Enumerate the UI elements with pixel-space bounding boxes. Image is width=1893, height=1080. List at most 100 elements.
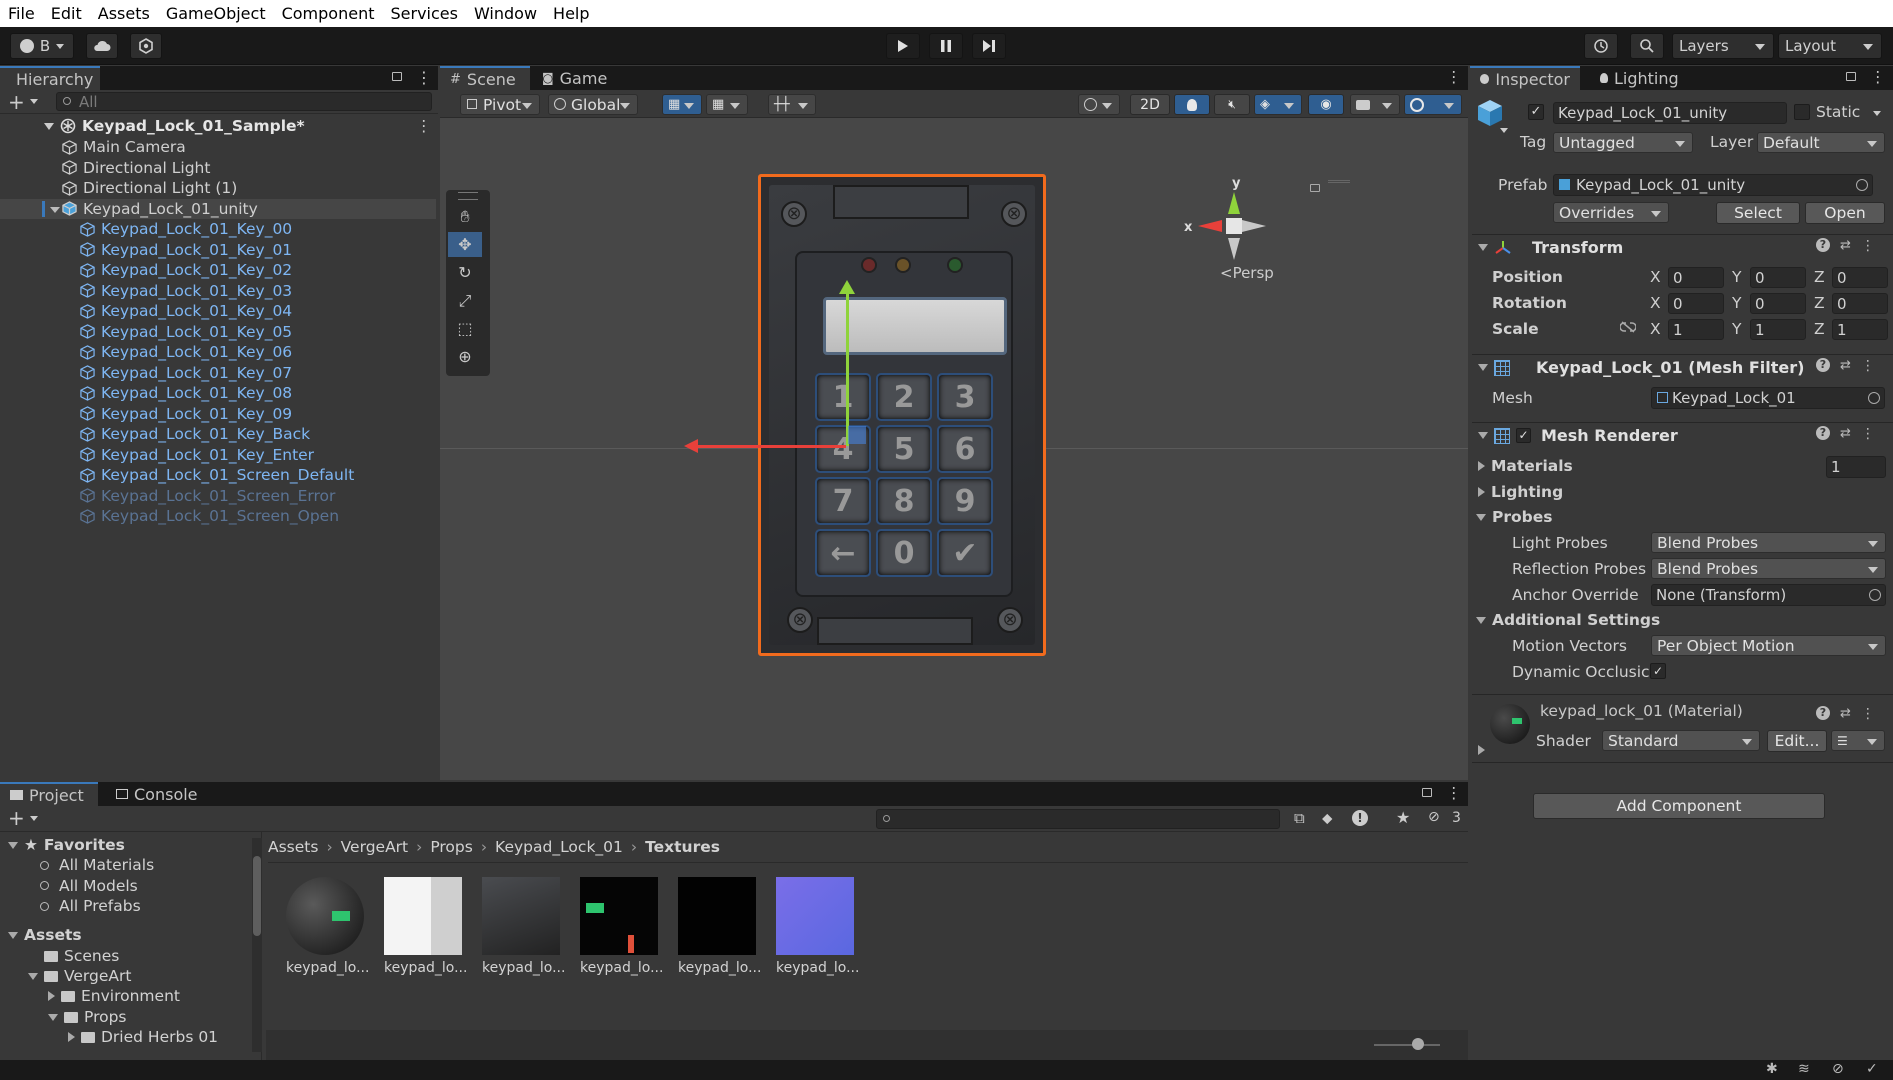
menu-help[interactable]: Help <box>553 4 589 23</box>
static-checkbox[interactable] <box>1794 104 1810 120</box>
lighting-toggle[interactable] <box>1174 94 1210 115</box>
project-tree-item[interactable]: VergeArt <box>28 967 131 985</box>
layout-dropdown[interactable]: Layout <box>1778 33 1882 59</box>
orientation-gizmo[interactable]: y x <Persp <box>1184 176 1284 286</box>
star-icon[interactable]: ★ <box>1396 808 1410 827</box>
kebab-menu-icon[interactable]: ⋮ <box>1870 68 1886 86</box>
shading-mode-dropdown[interactable] <box>1078 94 1120 115</box>
gizmo-plane-handle[interactable] <box>848 426 866 444</box>
scene-viewport[interactable]: ✋︎ ✥ ↻ ⤢ ⬚ ⊕ ⊗ ⊗ ⊗ ⊗ 1 2 3 4 5 6 7 8 9 ← 0 ✔ <box>440 118 1468 780</box>
hand-tool[interactable]: ✋︎ <box>448 204 482 230</box>
position-x-field[interactable]: 0 <box>1668 267 1724 288</box>
dynamic-occlusion-checkbox[interactable]: ✓ <box>1650 663 1666 679</box>
chevron-down-icon[interactable] <box>1500 128 1508 133</box>
asset-item[interactable]: keypad_lo... <box>286 877 369 977</box>
project-tree-item[interactable]: Dried Herbs 01 <box>68 1028 218 1046</box>
menu-edit[interactable]: Edit <box>51 4 82 23</box>
project-tree-item[interactable]: Props <box>48 1008 127 1026</box>
target-icon[interactable] <box>1868 392 1880 404</box>
warning-icon[interactable]: ! <box>1352 810 1368 826</box>
hierarchy-item[interactable]: Keypad_Lock_01_Screen_Default <box>0 465 436 486</box>
open-button[interactable]: Open <box>1805 202 1885 224</box>
grid-visibility-toggle[interactable]: ┼┼ <box>768 94 816 115</box>
key-6[interactable]: 6 <box>937 425 993 473</box>
hidden-packages-icon[interactable]: ⊘ <box>1428 809 1440 825</box>
tree-scrollbar[interactable] <box>252 838 262 1052</box>
hierarchy-item[interactable]: Keypad_Lock_01_Key_09 <box>0 404 436 425</box>
position-y-field[interactable]: 0 <box>1750 267 1806 288</box>
shader-options-dropdown[interactable]: ☰ <box>1831 730 1885 751</box>
hierarchy-item[interactable]: Directional Light (1) <box>0 178 436 199</box>
label-tag-icon[interactable]: ⬥ <box>1322 809 1333 827</box>
rect-tool[interactable]: ⬚ <box>448 316 482 342</box>
zoom-slider-thumb[interactable] <box>1412 1038 1424 1050</box>
key-enter[interactable]: ✔ <box>937 529 993 577</box>
hierarchy-item[interactable]: Keypad_Lock_01_Key_Back <box>0 424 436 445</box>
target-icon[interactable] <box>1869 589 1881 601</box>
gizmo-y-axis[interactable] <box>846 288 849 446</box>
lock-icon[interactable] <box>392 72 402 81</box>
light-probes-dropdown[interactable]: Blend Probes <box>1651 532 1886 553</box>
project-search-input[interactable] <box>876 809 1280 829</box>
add-icon[interactable]: + <box>8 90 25 114</box>
effects-dropdown[interactable]: ◈ <box>1254 94 1302 115</box>
menu-services[interactable]: Services <box>390 4 457 23</box>
preset-icon[interactable]: ⇄ <box>1840 426 1851 444</box>
shader-dropdown[interactable]: Standard <box>1602 730 1760 751</box>
materials-foldout[interactable]: Materials <box>1478 457 1573 475</box>
menu-file[interactable]: File <box>8 4 35 23</box>
mesh-renderer-enabled-checkbox[interactable]: ✓ <box>1516 428 1531 443</box>
pivot-dropdown[interactable]: Pivot <box>460 94 540 115</box>
cloud-button[interactable] <box>86 33 118 59</box>
tab-console[interactable]: Console <box>106 782 208 806</box>
key-1[interactable]: 1 <box>815 373 871 421</box>
lock-icon[interactable] <box>1310 184 1320 192</box>
menu-assets[interactable]: Assets <box>98 4 150 23</box>
scale-tool[interactable]: ⤢ <box>448 288 482 314</box>
lock-icon[interactable] <box>1422 788 1432 797</box>
hierarchy-item[interactable]: Main Camera <box>0 137 436 158</box>
preset-icon[interactable]: ⇄ <box>1840 238 1851 256</box>
target-icon[interactable] <box>1856 179 1868 191</box>
kebab-menu-icon[interactable]: ⋮ <box>416 117 432 135</box>
tree-scrollbar-thumb[interactable] <box>253 856 261 936</box>
zoom-slider-track[interactable] <box>1374 1044 1440 1046</box>
mesh-field[interactable]: Keypad_Lock_01 <box>1651 387 1885 409</box>
rotation-x-field[interactable]: 0 <box>1668 293 1724 314</box>
layers-dropdown[interactable]: Layers <box>1672 33 1774 59</box>
chevron-down-icon[interactable] <box>30 99 38 104</box>
additional-settings-foldout[interactable]: Additional Settings <box>1476 611 1660 629</box>
reflection-probes-dropdown[interactable]: Blend Probes <box>1651 558 1886 579</box>
key-0[interactable]: 0 <box>876 529 932 577</box>
asset-item[interactable]: keypad_lo... <box>776 877 859 977</box>
history-button[interactable] <box>1584 33 1618 59</box>
camera-dropdown[interactable] <box>1350 94 1400 115</box>
tab-game[interactable]: ◙ Game <box>532 66 618 90</box>
gizmos-dropdown[interactable] <box>1404 94 1462 115</box>
layer-dropdown[interactable]: Default <box>1757 132 1885 153</box>
help-icon[interactable]: ? <box>1816 426 1830 440</box>
menu-gameobject[interactable]: GameObject <box>166 4 266 23</box>
anchor-override-field[interactable]: None (Transform) <box>1651 584 1886 606</box>
asset-item[interactable]: keypad_lo... <box>384 877 467 977</box>
breadcrumb-item[interactable]: Assets <box>268 838 318 856</box>
hierarchy-item[interactable]: Keypad_Lock_01_Screen_Error <box>0 486 436 507</box>
key-2[interactable]: 2 <box>876 373 932 421</box>
favorite-item[interactable]: All Prefabs <box>40 897 141 915</box>
project-tree-item[interactable]: Scenes <box>28 947 119 965</box>
object-name-field[interactable]: Keypad_Lock_01_unity <box>1553 102 1787 124</box>
add-icon[interactable]: + <box>8 806 25 830</box>
key-5[interactable]: 5 <box>876 425 932 473</box>
chevron-right-icon[interactable] <box>1478 745 1485 755</box>
hierarchy-search-input[interactable]: All <box>56 92 432 111</box>
asset-item[interactable]: keypad_lo... <box>678 877 761 977</box>
tab-project[interactable]: Project <box>0 782 98 806</box>
hierarchy-item[interactable]: Keypad_Lock_01_Key_00 <box>0 219 436 240</box>
scene-row[interactable]: Keypad_Lock_01_Sample* ⋮ <box>0 116 436 137</box>
hierarchy-item[interactable]: Keypad_Lock_01_Key_04 <box>0 301 436 322</box>
breadcrumb-item[interactable]: Textures <box>645 838 720 856</box>
scene-visibility-toggle[interactable]: ◉ <box>1308 94 1344 115</box>
kebab-menu-icon[interactable]: ⋮ <box>1446 68 1462 86</box>
key-back[interactable]: ← <box>815 529 871 577</box>
tab-scene[interactable]: # Scene <box>440 66 530 90</box>
